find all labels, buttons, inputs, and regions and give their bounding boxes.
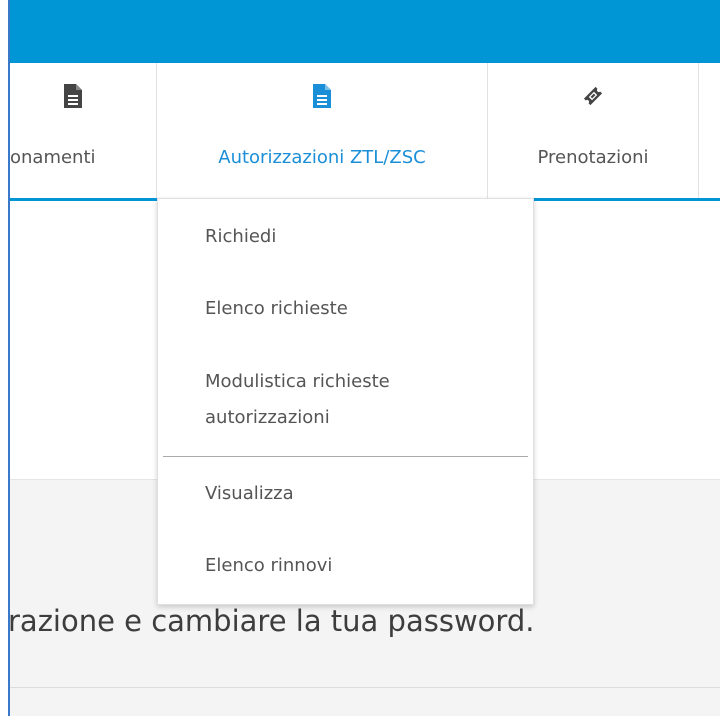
nav-item-next[interactable] [699,63,720,198]
nav-label-prenotazioni: Prenotazioni [537,147,649,168]
nav-item-autorizzazioni[interactable]: Autorizzazioni ZTL/ZSC [157,63,488,198]
nav-item-abbonamenti[interactable]: onamenti [0,63,157,198]
menu-divider [163,456,528,457]
menu-item-visualizza[interactable]: Visualizza [158,476,533,512]
left-window-edge [0,0,10,716]
nav-item-prenotazioni[interactable]: Prenotazioni [488,63,699,198]
page: onamenti Autorizzazioni ZTL/ZSC Prenotaz… [0,0,720,716]
main-navbar: onamenti Autorizzazioni ZTL/ZSC Prenotaz… [0,63,720,201]
document-icon [313,84,331,108]
autorizzazioni-dropdown-menu: Richiedi Elenco richieste Modulistica ri… [157,198,534,605]
nav-label-autorizzazioni: Autorizzazioni ZTL/ZSC [218,147,426,168]
document-icon [64,84,82,108]
top-header-bar [0,0,720,63]
menu-item-richiedi[interactable]: Richiedi [158,219,533,255]
nav-label-abbonamenti: onamenti [10,147,96,168]
menu-item-elenco-rinnovi[interactable]: Elenco rinnovi [158,548,533,584]
ticket-icon [583,86,603,106]
menu-item-elenco-richieste[interactable]: Elenco richieste [158,291,533,327]
divider [0,687,720,688]
info-text: razione e cambiare la tua password. [8,604,535,638]
menu-item-modulistica[interactable]: Modulistica richieste autorizzazioni [158,364,505,436]
